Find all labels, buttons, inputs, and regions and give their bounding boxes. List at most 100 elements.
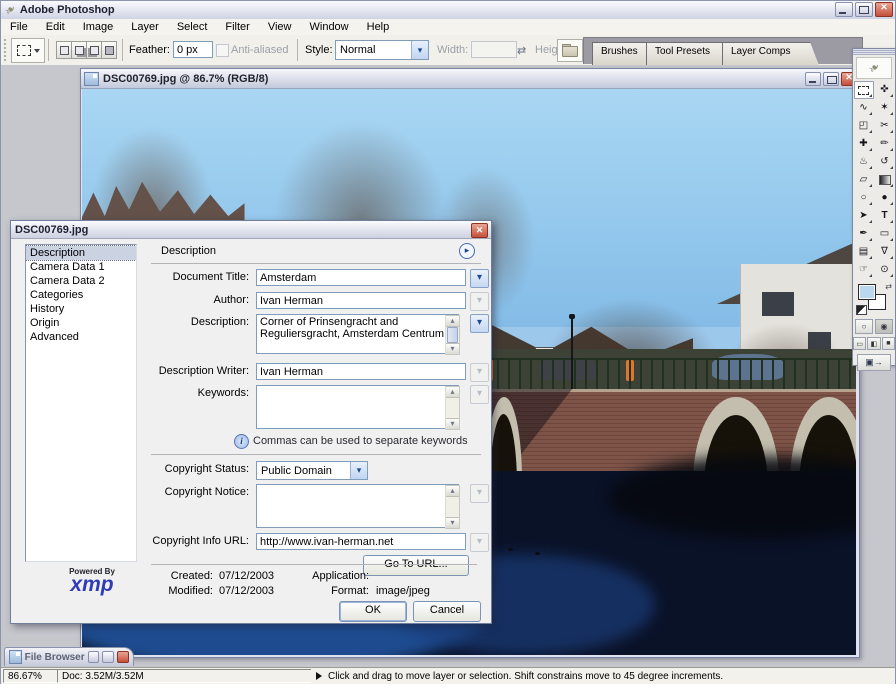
magic-wand-tool[interactable]: ✶	[875, 99, 895, 117]
blur-tool[interactable]: ○	[854, 189, 874, 207]
healing-brush-tool[interactable]: ✚	[854, 135, 874, 153]
shape-tool[interactable]: ▭	[875, 225, 895, 243]
close-button[interactable]	[875, 2, 893, 17]
fullscreen-button[interactable]: ■	[882, 337, 895, 350]
new-selection-button[interactable]	[56, 41, 72, 59]
current-tool-button[interactable]	[11, 38, 45, 63]
swap-dimensions-icon[interactable]: ⇄	[517, 44, 526, 57]
magic-wand-icon: ✶	[880, 103, 888, 113]
description-writer-dropdown-button[interactable]	[470, 363, 489, 382]
description-writer-input[interactable]	[256, 363, 466, 380]
clone-stamp-tool[interactable]: ♨	[854, 153, 874, 171]
brush-tool[interactable]: ✏	[875, 135, 895, 153]
file-browser-minimize-button[interactable]	[88, 651, 100, 663]
description-dropdown-button[interactable]	[470, 314, 489, 333]
cancel-button[interactable]: Cancel	[413, 601, 481, 622]
description-scrollbar[interactable]	[445, 315, 460, 355]
dialog-close-button[interactable]	[471, 223, 488, 238]
options-grip[interactable]	[4, 39, 9, 61]
modified-label: Modified:	[141, 585, 213, 597]
menu-window[interactable]: Window	[301, 20, 358, 34]
slice-tool[interactable]: ✂	[875, 117, 895, 135]
toolbox-grip[interactable]	[853, 49, 895, 55]
menu-image[interactable]: Image	[74, 20, 123, 34]
document-title-dropdown-button[interactable]	[470, 269, 489, 288]
xmp-text: xmp	[57, 576, 127, 594]
subtract-from-selection-button[interactable]	[86, 41, 102, 59]
keywords-textarea[interactable]	[256, 385, 459, 429]
eraser-tool[interactable]: ▱	[854, 171, 874, 189]
author-input[interactable]	[256, 292, 466, 309]
edit-in-imageready-button[interactable]: ▣→	[857, 354, 891, 371]
quick-mask-mode-button[interactable]: ◉	[875, 319, 893, 334]
swap-colors-icon[interactable]: ⇄	[885, 282, 892, 291]
menu-layer[interactable]: Layer	[122, 20, 168, 34]
zoom-level-field[interactable]: 86.67%	[3, 669, 59, 683]
menu-help[interactable]: Help	[358, 20, 399, 34]
menu-edit[interactable]: Edit	[37, 20, 74, 34]
photoshop-app-icon: ❧	[1, 0, 20, 19]
zoom-tool[interactable]: ⊙	[875, 261, 895, 279]
move-tool[interactable]: ✜	[875, 81, 895, 99]
copyright-notice-scrollbar[interactable]	[445, 485, 460, 529]
hint-arrow-icon	[316, 672, 322, 680]
antialiased-checkbox[interactable]	[216, 44, 229, 57]
copyright-info-url-input[interactable]	[256, 533, 466, 550]
goto-url-button[interactable]: Go To URL...	[363, 555, 469, 576]
gradient-tool[interactable]	[875, 171, 895, 189]
style-select[interactable]: Normal	[335, 40, 429, 60]
doc-size-indicator[interactable]: Doc: 3.52M/3.52M	[57, 669, 313, 683]
default-colors-icon[interactable]	[856, 305, 867, 315]
menu-select[interactable]: Select	[168, 20, 217, 34]
copyright-notice-textarea[interactable]	[256, 484, 459, 528]
fullscreen-menubar-button[interactable]: ◧	[867, 337, 880, 350]
copyright-status-select[interactable]: Public Domain	[256, 461, 368, 480]
document-title-bar[interactable]: DSC00769.jpg @ 86.7% (RGB/8)	[81, 69, 859, 89]
copyright-notice-dropdown-button[interactable]	[470, 484, 489, 503]
file-browser-minimized[interactable]: File Browser	[4, 647, 134, 666]
type-tool[interactable]: T	[875, 207, 895, 225]
rectangular-marquee-tool[interactable]	[854, 81, 874, 99]
crop-tool[interactable]: ◰	[854, 117, 874, 135]
brush-icon: ✏	[880, 139, 888, 149]
keywords-dropdown-button[interactable]	[470, 385, 489, 404]
intersect-selection-button[interactable]	[101, 41, 117, 59]
lasso-icon: ∿	[859, 103, 867, 113]
pen-tool[interactable]: ✒	[854, 225, 874, 243]
foreground-color-swatch[interactable]	[858, 284, 876, 300]
adobe-online-button[interactable]: ❧	[856, 57, 892, 79]
menu-view[interactable]: View	[259, 20, 301, 34]
add-to-selection-button[interactable]	[71, 41, 87, 59]
author-dropdown-button[interactable]	[470, 292, 489, 311]
app-title-bar[interactable]: ❧ Adobe Photoshop	[1, 1, 895, 20]
panel-menu-button[interactable]	[459, 243, 475, 259]
file-browser-toggle-button[interactable]	[557, 39, 583, 62]
ok-button[interactable]: OK	[339, 601, 407, 622]
maximize-button[interactable]	[855, 2, 873, 17]
doc-minimize-button[interactable]	[805, 72, 821, 86]
file-browser-restore-button[interactable]	[102, 651, 114, 663]
document-title-input[interactable]	[256, 269, 466, 286]
move-icon: ✜	[880, 85, 888, 95]
standard-screen-button[interactable]: ▭	[853, 337, 866, 350]
description-textarea[interactable]: Corner of Prinsengracht and Reguliersgra…	[256, 314, 459, 354]
menu-filter[interactable]: Filter	[216, 20, 258, 34]
minimize-button[interactable]	[835, 2, 853, 17]
notes-tool[interactable]: ▤	[854, 243, 874, 261]
feather-input[interactable]	[173, 41, 213, 58]
section-description[interactable]: Description	[26, 246, 136, 260]
hand-tool[interactable]: ☞	[854, 261, 874, 279]
standard-mode-button[interactable]: ○	[855, 319, 873, 334]
file-browser-close-button[interactable]	[117, 651, 129, 663]
eyedropper-tool[interactable]: ∇	[875, 243, 895, 261]
copyright-info-url-dropdown-button[interactable]	[470, 533, 489, 552]
history-brush-tool[interactable]: ↺	[875, 153, 895, 171]
doc-restore-button[interactable]	[823, 72, 839, 86]
keywords-scrollbar[interactable]	[445, 386, 460, 430]
menu-file[interactable]: File	[1, 20, 37, 34]
dialog-title-bar[interactable]: DSC00769.jpg	[11, 221, 491, 239]
path-selection-tool[interactable]: ➤	[854, 207, 874, 225]
width-input[interactable]	[471, 41, 517, 58]
lasso-tool[interactable]: ∿	[854, 99, 874, 117]
dodge-tool[interactable]: ●	[875, 189, 895, 207]
